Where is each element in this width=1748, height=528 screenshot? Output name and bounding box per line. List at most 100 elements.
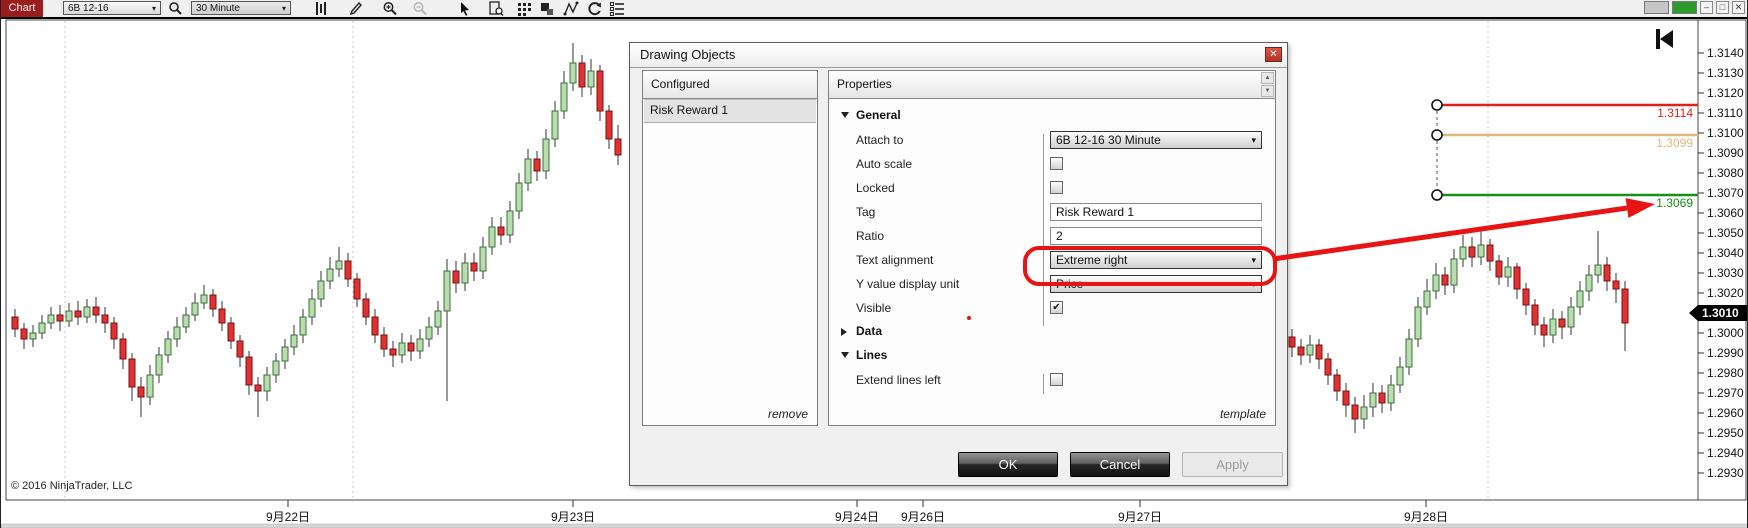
instrument-value: 6B 12-16 (68, 2, 109, 14)
workspace-green-indicator[interactable] (1672, 1, 1697, 14)
grid-icon[interactable] (516, 1, 532, 16)
svg-text:1.2930: 1.2930 (1707, 466, 1744, 480)
zoom-out-icon[interactable] (412, 1, 428, 16)
property-row-locked: Locked (829, 176, 1275, 200)
template-link[interactable]: template (1220, 407, 1266, 421)
section-label: General (856, 108, 901, 122)
property-label: Text alignment (856, 253, 934, 267)
select-value: 6B 12-16 30 Minute (1056, 133, 1161, 147)
svg-text:1.3070: 1.3070 (1707, 186, 1744, 200)
section-header-general[interactable]: General (829, 104, 1275, 128)
auto-scale-checkbox[interactable] (1050, 157, 1063, 170)
svg-text:1.3040: 1.3040 (1707, 246, 1744, 260)
svg-text:1.3020: 1.3020 (1707, 286, 1744, 300)
svg-text:1.3090: 1.3090 (1707, 146, 1744, 160)
annotation-dot (967, 316, 971, 320)
triangle-down-icon[interactable] (841, 112, 849, 118)
property-label: Locked (856, 181, 895, 195)
dialog-title: Drawing Objects (640, 47, 736, 62)
chevron-down-icon: ▾ (1251, 134, 1256, 145)
svg-text:1.2950: 1.2950 (1707, 426, 1744, 440)
collapse-panel-icon[interactable] (1654, 28, 1676, 50)
close-button[interactable]: ✕ (1732, 1, 1745, 14)
tag-input[interactable]: Risk Reward 1 (1050, 203, 1262, 221)
scroll-down-icon[interactable]: ▼ (1261, 85, 1274, 97)
date-label: 9月27日 (1118, 510, 1162, 524)
list-icon[interactable] (609, 1, 625, 16)
svg-text:1.3100: 1.3100 (1707, 126, 1744, 140)
date-label: 9月24日 (835, 510, 879, 524)
dialog-close-icon[interactable]: ✕ (1265, 47, 1282, 62)
property-label: Ratio (856, 229, 885, 243)
interval-dropdown[interactable]: 30 Minute ▾ (191, 1, 291, 15)
chart-toolbar: Chart 6B 12-16 ▾ 30 Minute ▾ – □ ✕ (1, 0, 1747, 19)
property-row-extend-lines-left: Extend lines left (829, 368, 1275, 392)
property-label: Attach to (856, 133, 904, 147)
svg-text:1.2940: 1.2940 (1707, 446, 1744, 460)
anchor-handle[interactable] (1431, 99, 1443, 111)
attach-to-select[interactable]: 6B 12-16 30 Minute ▾ (1050, 131, 1262, 149)
grid-separator (1043, 374, 1044, 394)
chart-trader-icon[interactable] (488, 1, 504, 16)
date-label: 9月28日 (1404, 510, 1448, 524)
price-level-label: 1.3114 (1657, 106, 1693, 120)
visible-checkbox[interactable]: ✔ (1050, 301, 1063, 314)
last-price-badge: 1.3010 (1689, 305, 1747, 321)
svg-text:1.2990: 1.2990 (1707, 346, 1744, 360)
property-row-attach-to: Attach to 6B 12-16 30 Minute ▾ (829, 128, 1275, 152)
svg-text:1.3080: 1.3080 (1707, 166, 1744, 180)
date-label: 9月23日 (551, 510, 595, 524)
date-label: 9月26日 (901, 510, 945, 524)
pencil-icon[interactable] (348, 1, 364, 16)
triangle-right-icon[interactable] (841, 328, 847, 336)
property-label: Y value display unit (856, 277, 960, 291)
remove-link[interactable]: remove (768, 407, 808, 421)
svg-text:1.3110: 1.3110 (1707, 106, 1743, 120)
chevron-down-icon: ▾ (281, 3, 286, 13)
properties-header-label: Properties (837, 77, 892, 91)
properties-header: Properties ▲ ▼ (829, 71, 1275, 99)
chart-tab[interactable]: Chart (1, 0, 43, 17)
ok-button[interactable]: OK (958, 452, 1058, 477)
chevron-down-icon: ▾ (151, 3, 156, 13)
svg-text:1.3130: 1.3130 (1707, 66, 1744, 80)
property-label: Extend lines left (856, 373, 941, 387)
zigzag-icon[interactable] (563, 1, 579, 16)
ninjatrader-chart-window: Chart 6B 12-16 ▾ 30 Minute ▾ – □ ✕ 1.314… (0, 0, 1748, 528)
locked-checkbox[interactable] (1050, 181, 1063, 194)
property-row-ratio: Ratio 2 (829, 224, 1275, 248)
price-level-label: 1.3099 (1656, 136, 1693, 150)
svg-text:1.3000: 1.3000 (1707, 326, 1744, 340)
workspace-grey-indicator[interactable] (1644, 1, 1669, 14)
anchor-handle[interactable] (1431, 189, 1443, 201)
svg-text:1.3060: 1.3060 (1707, 206, 1744, 220)
apply-button[interactable]: Apply (1182, 452, 1283, 477)
section-header-data[interactable]: Data (829, 320, 1275, 344)
search-icon[interactable] (167, 1, 183, 16)
svg-text:1.3010: 1.3010 (1702, 306, 1739, 320)
property-row-tag: Tag Risk Reward 1 (829, 200, 1275, 224)
annotation-highlight-rect (1023, 246, 1277, 286)
cancel-button[interactable]: Cancel (1070, 452, 1170, 477)
extend-lines-left-checkbox[interactable] (1050, 373, 1063, 386)
candlestick-chart-icon[interactable] (313, 1, 329, 16)
section-label: Lines (856, 348, 888, 362)
layout-icon[interactable] (539, 1, 555, 16)
configured-item-risk-reward-1[interactable]: Risk Reward 1 (644, 99, 816, 123)
ratio-input[interactable]: 2 (1050, 227, 1262, 245)
property-label: Visible (856, 301, 892, 315)
cursor-icon[interactable] (457, 1, 473, 16)
anchor-handle[interactable] (1431, 129, 1443, 141)
dialog-titlebar[interactable]: Drawing Objects ✕ (630, 43, 1287, 68)
properties-scrollbar[interactable]: ▲ ▼ (1261, 72, 1274, 97)
grid-separator (1043, 134, 1044, 326)
svg-text:1.2970: 1.2970 (1707, 386, 1744, 400)
maximize-button[interactable]: □ (1716, 1, 1729, 14)
scroll-up-icon[interactable]: ▲ (1261, 72, 1274, 84)
triangle-down-icon[interactable] (841, 352, 849, 358)
section-header-lines[interactable]: Lines (829, 344, 1275, 368)
instrument-dropdown[interactable]: 6B 12-16 ▾ (63, 1, 161, 15)
reload-icon[interactable] (586, 1, 602, 16)
minimize-button[interactable]: – (1700, 1, 1713, 14)
zoom-in-icon[interactable] (382, 1, 398, 16)
